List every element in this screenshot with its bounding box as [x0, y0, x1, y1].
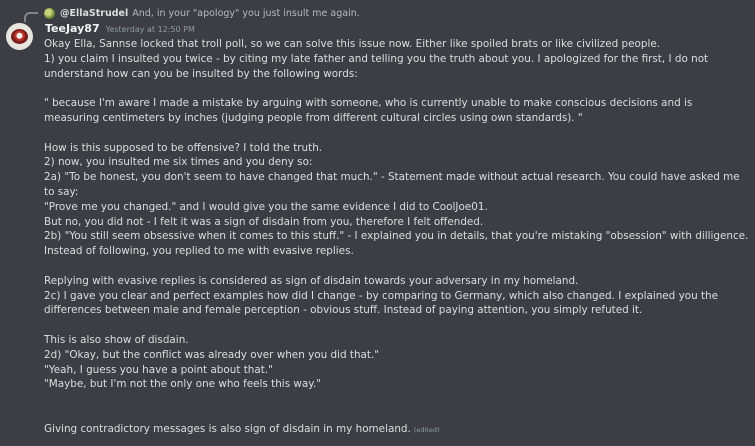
message-line: 2c) I gave you clear and perfect example…: [44, 289, 719, 317]
message-line: 2a) "To be honest, you don't seem to hav…: [44, 171, 740, 198]
message-line: Replying with evasive replies is conside…: [44, 274, 579, 287]
message-line-last: Giving contradictory messages is also si…: [44, 422, 749, 438]
reply-reference[interactable]: @EllaStrudel And, in your "apology" you …: [44, 5, 360, 21]
message-line: " because I'm aware I made a mistake by …: [44, 97, 693, 124]
message-line: "Yeah, I guess you have a point about th…: [44, 363, 273, 376]
message-line: This is also show of disdain.: [44, 333, 189, 346]
edited-label: (edited): [413, 425, 440, 434]
reply-author[interactable]: @EllaStrudel: [60, 8, 128, 19]
message-line: 2) now, you insulted me six times and yo…: [44, 156, 313, 169]
message-line: "Maybe, but I'm not the only one who fee…: [44, 378, 322, 391]
reply-preview-text[interactable]: And, in your "apology" you just insult m…: [132, 8, 360, 19]
message-content: Okay Ella, Sannse locked that troll poll…: [44, 37, 749, 438]
message-header: TeeJay87 Yesterday at 12:50 PM: [45, 22, 195, 35]
message-line: "Prove me you changed." and I would give…: [44, 200, 488, 213]
chat-message: @EllaStrudel And, in your "apology" you …: [0, 0, 755, 446]
message-line: 2b) "You still seem obsessive when it co…: [44, 230, 749, 258]
timestamp[interactable]: Yesterday at 12:50 PM: [106, 25, 195, 34]
message-line: But no, you did not - I felt it was a si…: [44, 215, 484, 228]
message-line: Okay Ella, Sannse locked that troll poll…: [44, 38, 661, 50]
username[interactable]: TeeJay87: [45, 22, 100, 35]
message-line: 1) you claim I insulted you twice - by c…: [44, 52, 709, 80]
message-line-text: Giving contradictory messages is also si…: [44, 422, 411, 435]
reply-connector: [24, 12, 38, 22]
reply-avatar[interactable]: [44, 7, 55, 19]
message-line: How is this supposed to be offensive? I …: [44, 141, 323, 154]
message-line: 2d) "Okay, but the conflict was already …: [44, 348, 380, 361]
avatar[interactable]: [6, 23, 33, 50]
